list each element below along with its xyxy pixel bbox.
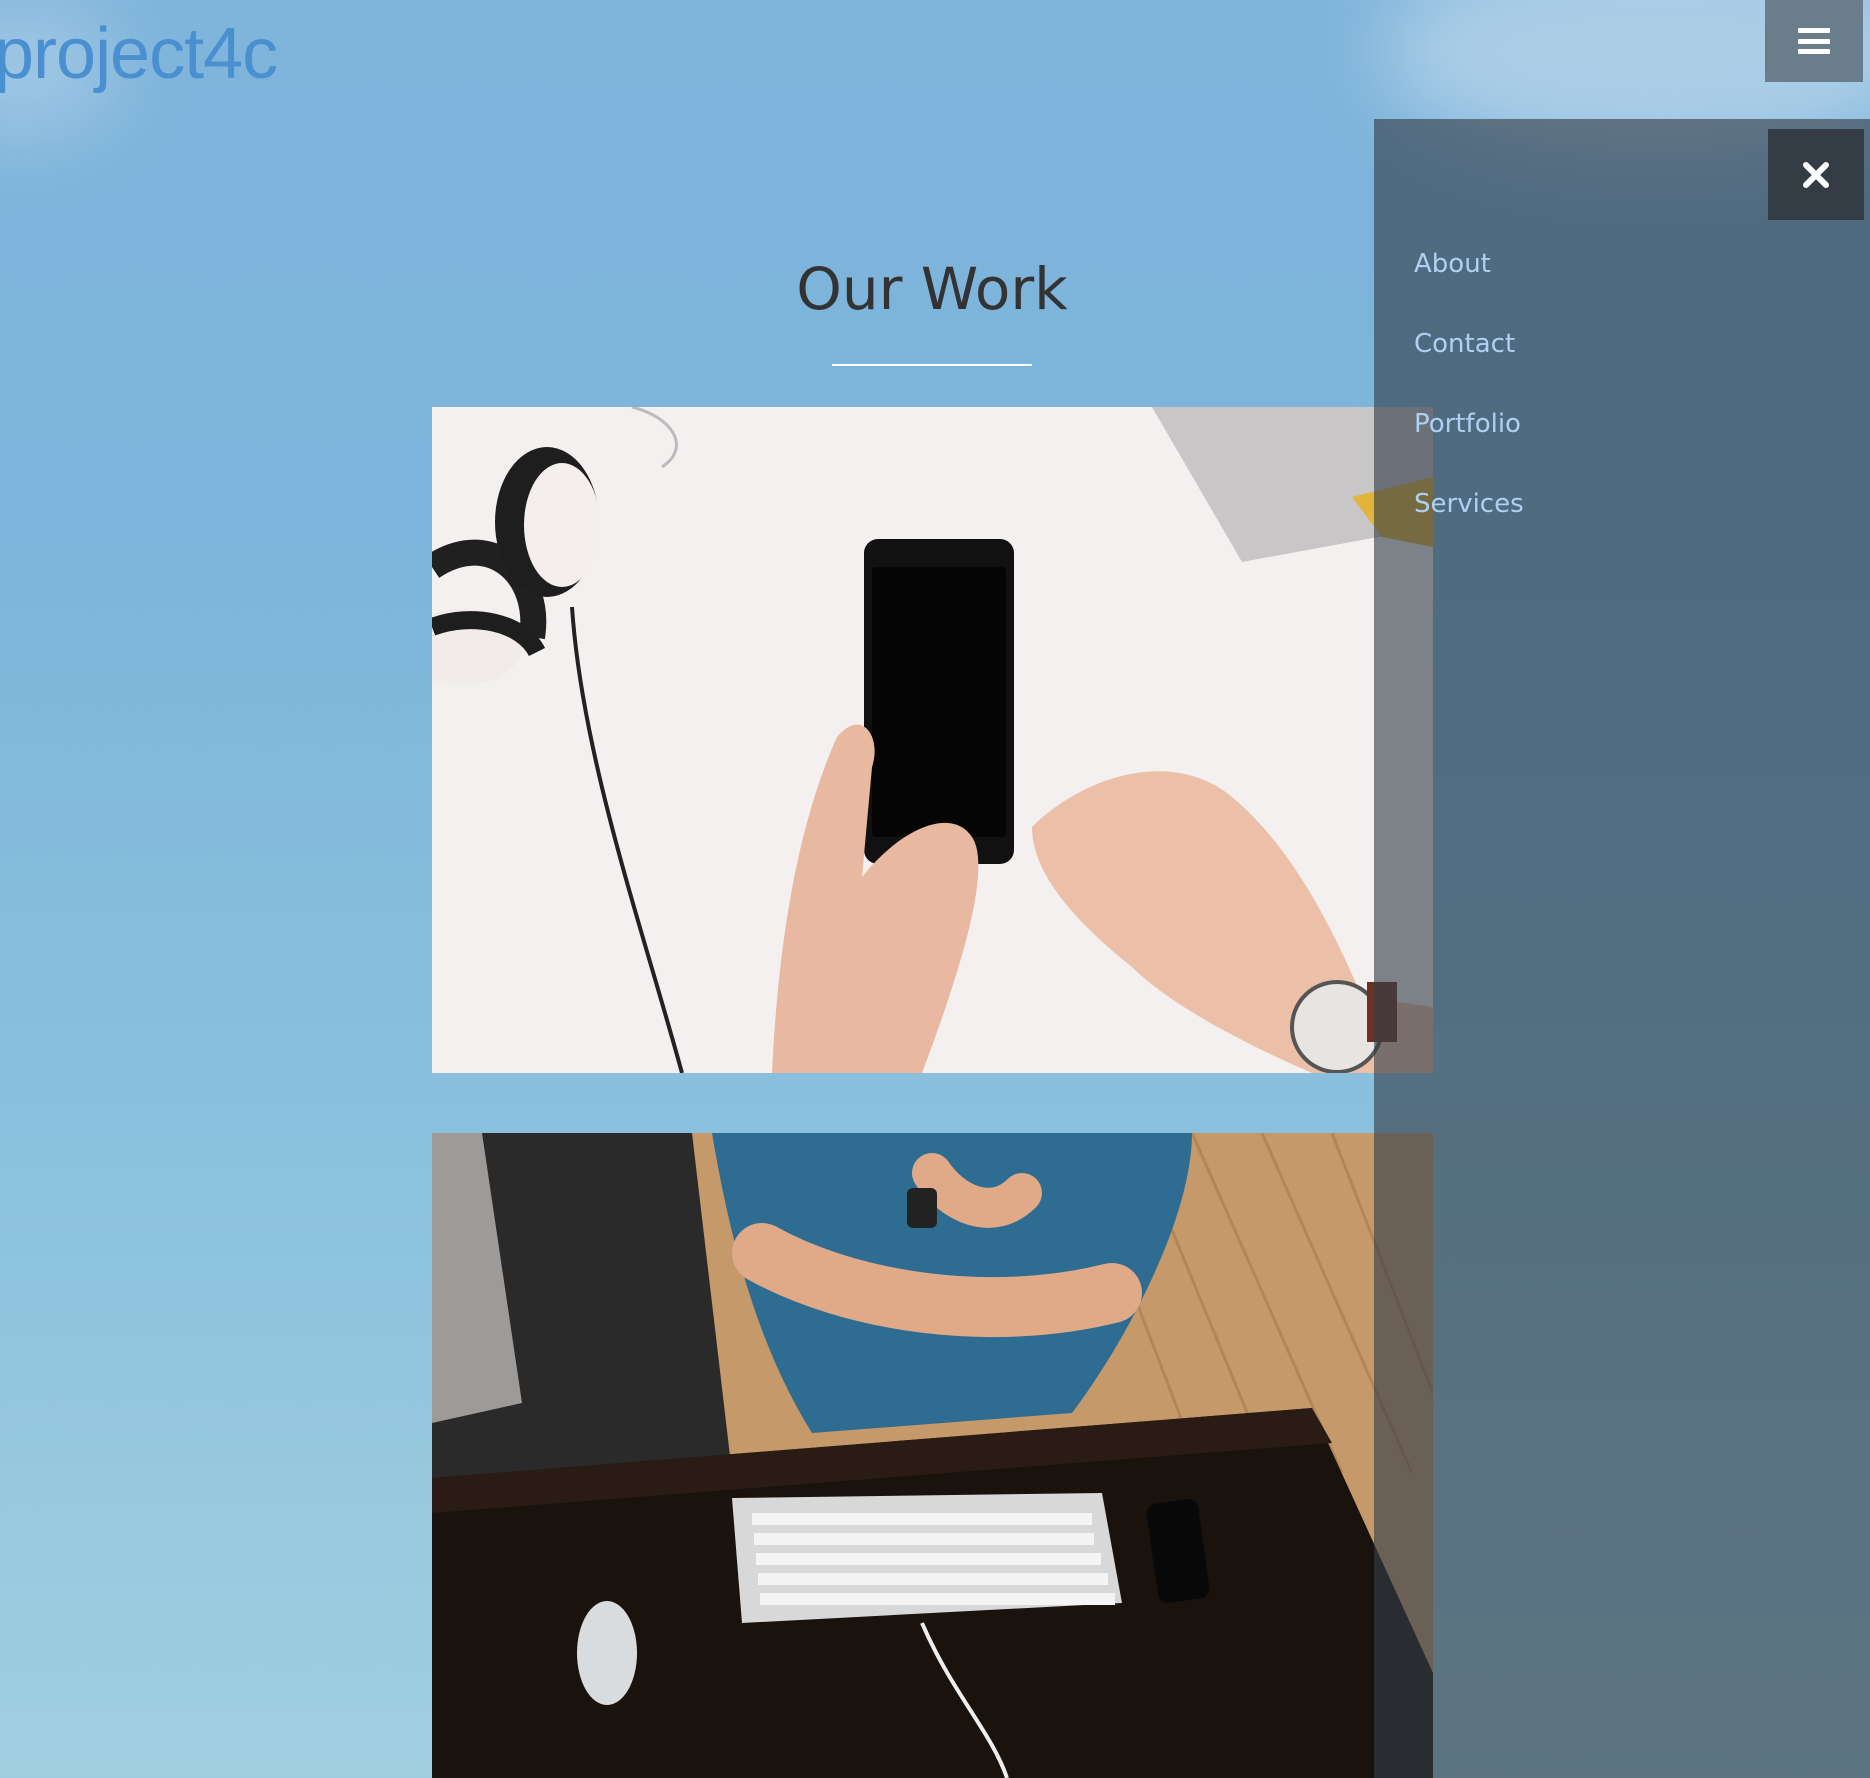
hamburger-icon [1798, 28, 1830, 54]
nav-link-contact[interactable]: Contact [1414, 329, 1515, 359]
nav-link-portfolio[interactable]: Portfolio [1414, 409, 1521, 439]
portfolio-image-desk[interactable] [432, 1133, 1433, 1778]
nav-item-about: About [1414, 249, 1524, 329]
nav-item-portfolio: Portfolio [1414, 409, 1524, 489]
close-menu-button[interactable] [1768, 129, 1864, 220]
side-menu-nav: About Contact Portfolio Services [1414, 249, 1524, 569]
site-logo[interactable]: project4c [0, 18, 278, 90]
nav-link-about[interactable]: About [1414, 249, 1491, 279]
nav-link-services[interactable]: Services [1414, 489, 1524, 519]
portfolio-image-phone[interactable] [432, 407, 1433, 1073]
close-icon [1803, 161, 1829, 188]
menu-toggle-button[interactable] [1765, 0, 1863, 82]
nav-item-services: Services [1414, 489, 1524, 569]
nav-item-contact: Contact [1414, 329, 1524, 409]
side-menu-panel: About Contact Portfolio Services [1374, 119, 1870, 1778]
title-divider [832, 364, 1032, 366]
